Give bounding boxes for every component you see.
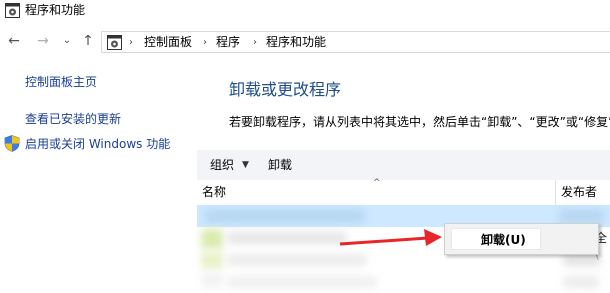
redacted-program-name [205,209,365,223]
column-header-publisher[interactable]: 发布者 [561,184,597,200]
back-arrow-icon[interactable]: ← [6,33,22,49]
redacted-program-name [227,254,367,266]
redacted-program-icon [201,251,223,269]
column-divider[interactable] [555,180,556,205]
redacted-program-icon [201,229,223,249]
organize-button[interactable]: 组织 [210,157,234,173]
sidebar-item-installed-updates[interactable]: 查看已安装的更新 [25,111,121,127]
redacted-publisher [563,276,599,288]
page-title: 卸载或更改程序 [229,80,342,99]
title-bar: 程序和功能 [0,0,610,26]
forward-arrow-icon[interactable]: → [35,33,51,49]
redacted-publisher [563,254,601,266]
programs-features-icon [107,35,122,50]
sort-ascending-icon: ^ [373,178,381,188]
instructions-text: 若要卸载程序，请从列表中将其选中，然后单击“卸载”、“更改”或“修复”。 [229,115,610,129]
programs-features-icon [5,3,20,18]
context-menu: 卸载(U) [444,223,599,255]
column-header-name[interactable]: 名称 [202,184,226,200]
context-menu-uninstall-label: 卸载(U) [481,233,526,247]
breadcrumb-separator-icon: › [129,37,133,48]
redacted-program-name [227,232,347,244]
breadcrumb-separator-icon: › [253,37,257,48]
address-bar[interactable]: › 控制面板 › 程序 › 程序和功能 [101,31,610,53]
table-header: ^ 名称 发布者 [197,178,610,205]
sidebar-item-control-panel-home[interactable]: 控制面板主页 [25,74,97,90]
breadcrumb-programs-features[interactable]: 程序和功能 [266,35,326,50]
organize-dropdown-icon[interactable]: ▼ [242,158,249,172]
breadcrumb-control-panel[interactable]: 控制面板 [144,35,192,50]
breadcrumb-separator-icon: › [203,37,207,48]
up-arrow-icon[interactable]: ↑ [80,33,96,49]
command-bar: 组织 ▼ 卸载 [197,150,610,180]
redacted-program-name [227,276,377,288]
breadcrumb-programs[interactable]: 程序 [216,35,240,50]
context-menu-uninstall[interactable]: 卸载(U) [451,228,541,250]
uninstall-button[interactable]: 卸载 [268,157,292,173]
sidebar-item-windows-features[interactable]: 启用或关闭 Windows 功能 [25,136,170,152]
redacted-publisher [559,209,604,223]
table-row[interactable] [197,271,610,293]
shield-icon [4,135,20,152]
navigation-bar: ← → ⌄ ↑ › 控制面板 › 程序 › 程序和功能 [0,28,610,56]
recent-locations-chevron-icon[interactable]: ⌄ [59,33,75,49]
redacted-program-icon [201,273,223,287]
window-title: 程序和功能 [25,3,86,17]
